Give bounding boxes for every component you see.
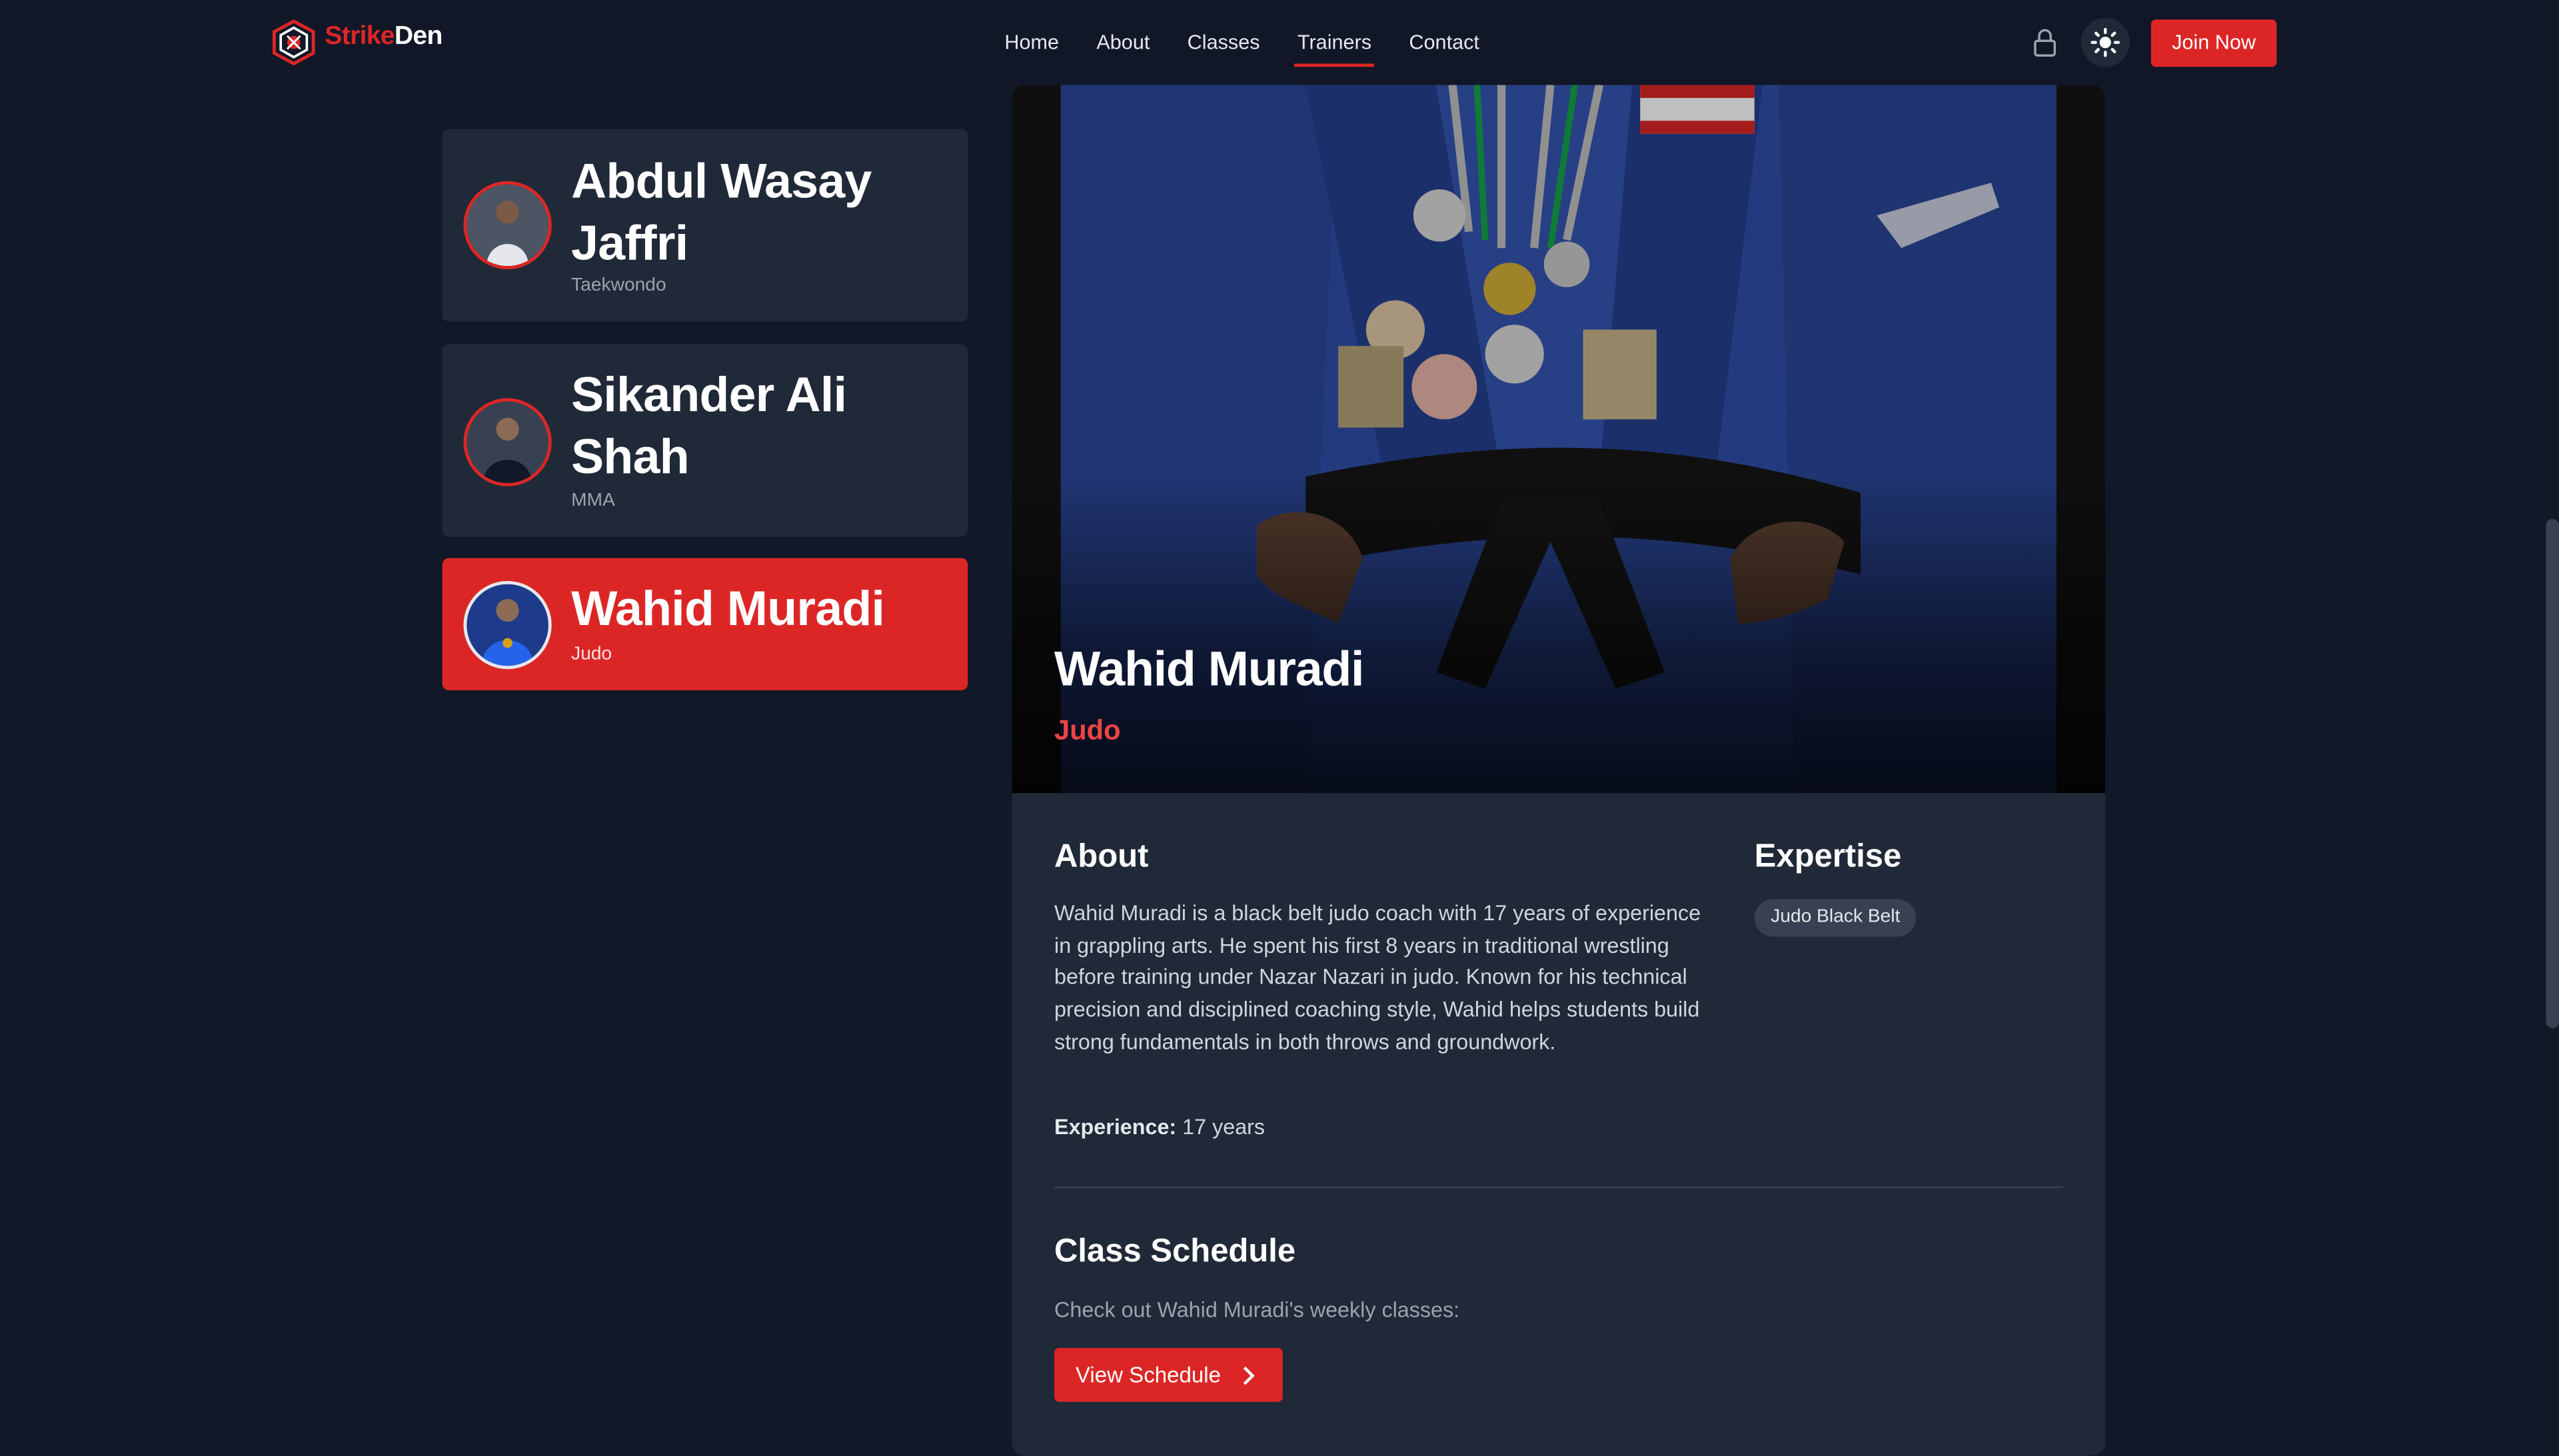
experience-value: 17 years	[1182, 1114, 1266, 1139]
top-navbar: StrikeDen Home About Classes Trainers Co…	[0, 0, 2559, 85]
expertise-heading: Expertise	[1754, 838, 1902, 875]
nav-link-about[interactable]: About	[1078, 0, 1168, 85]
nav-links: Home About Classes Trainers Contact	[986, 0, 1498, 85]
trainer-name-line: Abdul Wasay	[571, 155, 872, 209]
person-photo-icon	[466, 584, 548, 666]
nav-link-contact[interactable]: Contact	[1390, 0, 1498, 85]
trainer-avatar	[463, 580, 552, 670]
hero-trainer-art: Judo	[1054, 714, 1121, 746]
trainer-bio: Wahid Muradi is a black belt judo coach …	[1054, 900, 1701, 1054]
trainer-card-wahid-muradi[interactable]: Wahid Muradi Judo	[442, 558, 968, 690]
brand-name[interactable]: StrikeDen	[325, 23, 442, 52]
join-now-button[interactable]: Join Now	[2150, 19, 2277, 67]
about-heading: About	[1054, 838, 1149, 875]
class-schedule-heading: Class Schedule	[1054, 1233, 1296, 1270]
lock-icon[interactable]	[2031, 26, 2060, 59]
view-schedule-label: View Schedule	[1075, 1362, 1222, 1387]
section-divider	[1054, 1186, 2063, 1188]
trainer-avatar	[463, 398, 552, 486]
class-schedule-text: Check out Wahid Muradi's weekly classes:	[1054, 1297, 1460, 1322]
view-schedule-button[interactable]: View Schedule	[1054, 1347, 1283, 1402]
trainer-art: MMA	[571, 491, 615, 511]
trainer-name: Wahid Muradi	[571, 582, 885, 637]
experience-line: Experience: 17 years	[1054, 1115, 1265, 1139]
trainer-detail-panel: Wahid Muradi Judo About Wahid Muradi is …	[1012, 85, 2106, 1456]
trainer-avatar	[463, 181, 552, 270]
expertise-badge: Judo Black Belt	[1754, 899, 1917, 937]
person-photo-icon	[466, 184, 548, 267]
trainer-art: Judo	[571, 644, 612, 664]
hero-trainer-name: Wahid Muradi	[1054, 642, 1364, 697]
brand-part-strike: Strike	[325, 23, 395, 51]
chevron-right-icon	[1243, 1366, 1255, 1385]
theme-toggle-button[interactable]	[2081, 17, 2130, 67]
trainer-name-line: Jaffri	[571, 217, 688, 271]
nav-link-trainers[interactable]: Trainers	[1279, 0, 1390, 85]
sun-icon	[2091, 27, 2121, 57]
nav-link-classes[interactable]: Classes	[1169, 0, 1279, 85]
trainer-art: Taekwondo	[571, 275, 666, 296]
trainer-name-line: Sikander Ali	[571, 368, 847, 423]
trainer-name-line: Shah	[571, 430, 689, 485]
strikeden-logo-icon[interactable]	[271, 19, 317, 65]
nav-link-home[interactable]: Home	[986, 0, 1078, 85]
trainer-hero-photo: Wahid Muradi Judo	[1012, 85, 2106, 794]
trainer-card-abdul-wasay-jaffri[interactable]: Abdul Wasay Jaffri Taekwondo	[442, 129, 968, 322]
brand-part-den: Den	[394, 23, 443, 51]
page-scrollbar[interactable]	[2546, 518, 2559, 1028]
experience-label: Experience:	[1054, 1114, 1177, 1139]
trainer-card-sikander-ali-shah[interactable]: Sikander Ali Shah MMA	[442, 344, 968, 537]
person-photo-icon	[466, 401, 548, 483]
